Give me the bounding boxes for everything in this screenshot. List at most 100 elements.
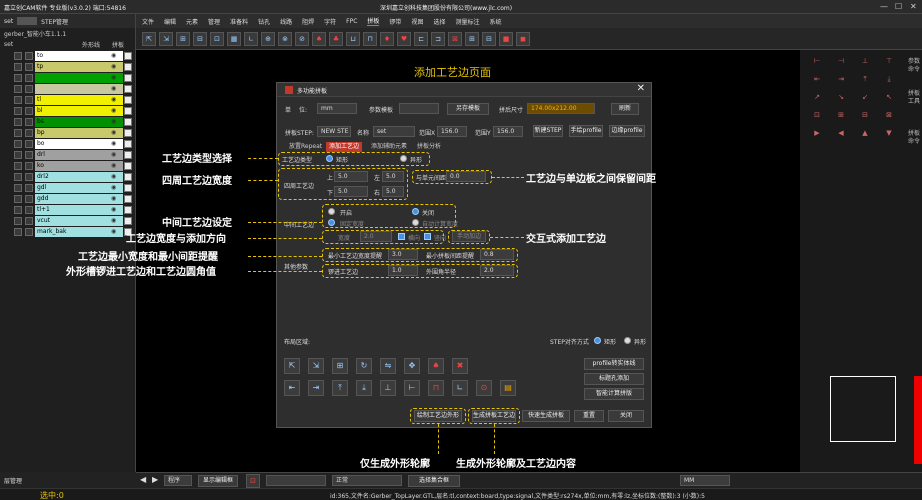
- distribute-icon[interactable]: ⊓: [428, 380, 444, 396]
- close-icon[interactable]: ✕: [637, 83, 645, 94]
- unit-select-bottom[interactable]: MM: [680, 475, 730, 486]
- align-rect-radio[interactable]: [594, 337, 601, 344]
- tool-icon[interactable]: ⊢: [808, 54, 826, 68]
- tool-icon[interactable]: ⇱: [142, 31, 156, 46]
- layer-panel-checkbox[interactable]: [124, 139, 132, 148]
- menu-element[interactable]: 元素: [186, 17, 198, 26]
- layer-panel-checkbox[interactable]: [124, 183, 132, 192]
- eye-icon[interactable]: ◉: [111, 118, 116, 125]
- layer-visible-checkbox[interactable]: [14, 73, 22, 82]
- layer-lock-checkbox[interactable]: [25, 216, 33, 225]
- layer-panel-checkbox[interactable]: [124, 172, 132, 181]
- layer-row[interactable]: tl+1 ◉: [0, 204, 136, 215]
- layer-visible-checkbox[interactable]: [14, 106, 22, 115]
- tool-icon[interactable]: ⤒: [856, 72, 874, 86]
- unit-select[interactable]: mm: [317, 103, 357, 114]
- tool-icon[interactable]: ⊕: [261, 31, 275, 46]
- align-right-icon[interactable]: ⇥: [308, 380, 324, 396]
- tab-selector[interactable]: [17, 17, 38, 25]
- layer-lock-checkbox[interactable]: [25, 95, 33, 104]
- tool-icon[interactable]: ◼: [516, 31, 530, 46]
- layer-visible-checkbox[interactable]: [14, 62, 22, 71]
- quick-panel-button[interactable]: 快速生成拼板: [522, 410, 570, 422]
- layer-row[interactable]: tp ◉: [0, 61, 136, 72]
- layer-panel-checkbox[interactable]: [124, 51, 132, 60]
- flip-icon[interactable]: ♠: [428, 358, 444, 374]
- tool-icon[interactable]: ⇲: [159, 31, 173, 46]
- mid-off-radio[interactable]: [412, 208, 419, 215]
- tool-icon[interactable]: ⊔: [346, 31, 360, 46]
- layer-lock-checkbox[interactable]: [25, 150, 33, 159]
- eye-icon[interactable]: ◉: [111, 140, 116, 147]
- copy-icon[interactable]: ⇲: [308, 358, 324, 374]
- tab-analysis[interactable]: 拼板分析: [414, 142, 444, 152]
- layer-panel-checkbox[interactable]: [124, 95, 132, 104]
- horiz-checkbox[interactable]: [398, 233, 405, 240]
- tool-icon[interactable]: ⊟: [856, 108, 874, 122]
- layer-panel-checkbox[interactable]: [124, 205, 132, 214]
- layer-row[interactable]: drl2 ◉: [0, 171, 136, 182]
- type-rect-radio[interactable]: [326, 155, 333, 162]
- layer-lock-checkbox[interactable]: [25, 194, 33, 203]
- menu-panel[interactable]: 拼板: [367, 16, 380, 26]
- layer-visible-checkbox[interactable]: [14, 139, 22, 148]
- place-icon[interactable]: ⇱: [284, 358, 300, 374]
- tab-add-process-edge[interactable]: 添加工艺边: [326, 142, 363, 152]
- tool-icon[interactable]: ⊓: [363, 31, 377, 46]
- tool-icon[interactable]: ∟: [244, 31, 258, 46]
- layer-lock-checkbox[interactable]: [25, 172, 33, 181]
- menu-silk[interactable]: 字符: [324, 17, 336, 26]
- save-template-button[interactable]: 另存模板: [447, 103, 489, 115]
- menu-view[interactable]: 视图: [411, 17, 423, 26]
- eye-icon[interactable]: ◉: [111, 52, 116, 59]
- eye-icon[interactable]: ◉: [111, 129, 116, 136]
- layer-lock-checkbox[interactable]: [25, 117, 33, 126]
- eye-icon[interactable]: ◉: [111, 74, 116, 81]
- layer-lock-checkbox[interactable]: [25, 139, 33, 148]
- tool-icon[interactable]: ♠: [312, 31, 326, 46]
- corner-input[interactable]: 2.0: [480, 265, 514, 276]
- name-input[interactable]: set: [373, 126, 415, 137]
- tool-icon[interactable]: ⇤: [808, 72, 826, 86]
- menu-trace[interactable]: 线路: [280, 17, 292, 26]
- mirror-icon[interactable]: ⇋: [380, 358, 396, 374]
- tool-icon[interactable]: ↗: [808, 90, 826, 104]
- layer-lock-checkbox[interactable]: [25, 51, 33, 60]
- tool-icon[interactable]: ⊡: [210, 31, 224, 46]
- tool-icon[interactable]: ⊗: [278, 31, 292, 46]
- move-icon[interactable]: ✥: [404, 358, 420, 374]
- eye-icon[interactable]: ◉: [111, 85, 116, 92]
- interactive-add-button[interactable]: 手动加边: [452, 231, 486, 242]
- eye-icon[interactable]: ◉: [111, 228, 116, 235]
- edit-profile-button[interactable]: 边缘profile: [609, 125, 645, 137]
- layer-visible-checkbox[interactable]: [14, 150, 22, 159]
- next-icon[interactable]: ▶: [152, 475, 158, 484]
- layer-lock-checkbox[interactable]: [25, 205, 33, 214]
- tab-repeat[interactable]: 放置Repeat: [286, 142, 325, 152]
- tool-icon[interactable]: ↖: [880, 90, 898, 104]
- tab-set[interactable]: set: [4, 18, 13, 25]
- close-icon[interactable]: ✕: [910, 2, 917, 12]
- layer-panel-checkbox[interactable]: [124, 106, 132, 115]
- menu-rout[interactable]: 锣带: [389, 17, 401, 26]
- layer-row[interactable]: bo ◉: [0, 138, 136, 149]
- layer-lock-checkbox[interactable]: [25, 161, 33, 170]
- tool-icon[interactable]: ⇥: [832, 72, 850, 86]
- layer-row[interactable]: bl ◉: [0, 105, 136, 116]
- layer-visible-checkbox[interactable]: [14, 172, 22, 181]
- close-dialog-button[interactable]: 关闭: [608, 410, 644, 422]
- center-h-icon[interactable]: ⊥: [380, 380, 396, 396]
- menu-mask[interactable]: 阻焊: [302, 17, 314, 26]
- layer-visible-checkbox[interactable]: [14, 84, 22, 93]
- layer-visible-checkbox[interactable]: [14, 205, 22, 214]
- tool-icon[interactable]: ⊞: [176, 31, 190, 46]
- layer-lock-checkbox[interactable]: [25, 128, 33, 137]
- tool-icon[interactable]: ⊘: [295, 31, 309, 46]
- layer-row[interactable]: ◉: [0, 72, 136, 83]
- mid-auto-radio[interactable]: [412, 219, 419, 226]
- layer-visible-checkbox[interactable]: [14, 161, 22, 170]
- zoom-mode-select[interactable]: 程序: [164, 475, 192, 486]
- layer-row[interactable]: gdl ◉: [0, 182, 136, 193]
- mill-input[interactable]: 1.0: [388, 265, 418, 276]
- menu-select[interactable]: 选择: [433, 17, 445, 26]
